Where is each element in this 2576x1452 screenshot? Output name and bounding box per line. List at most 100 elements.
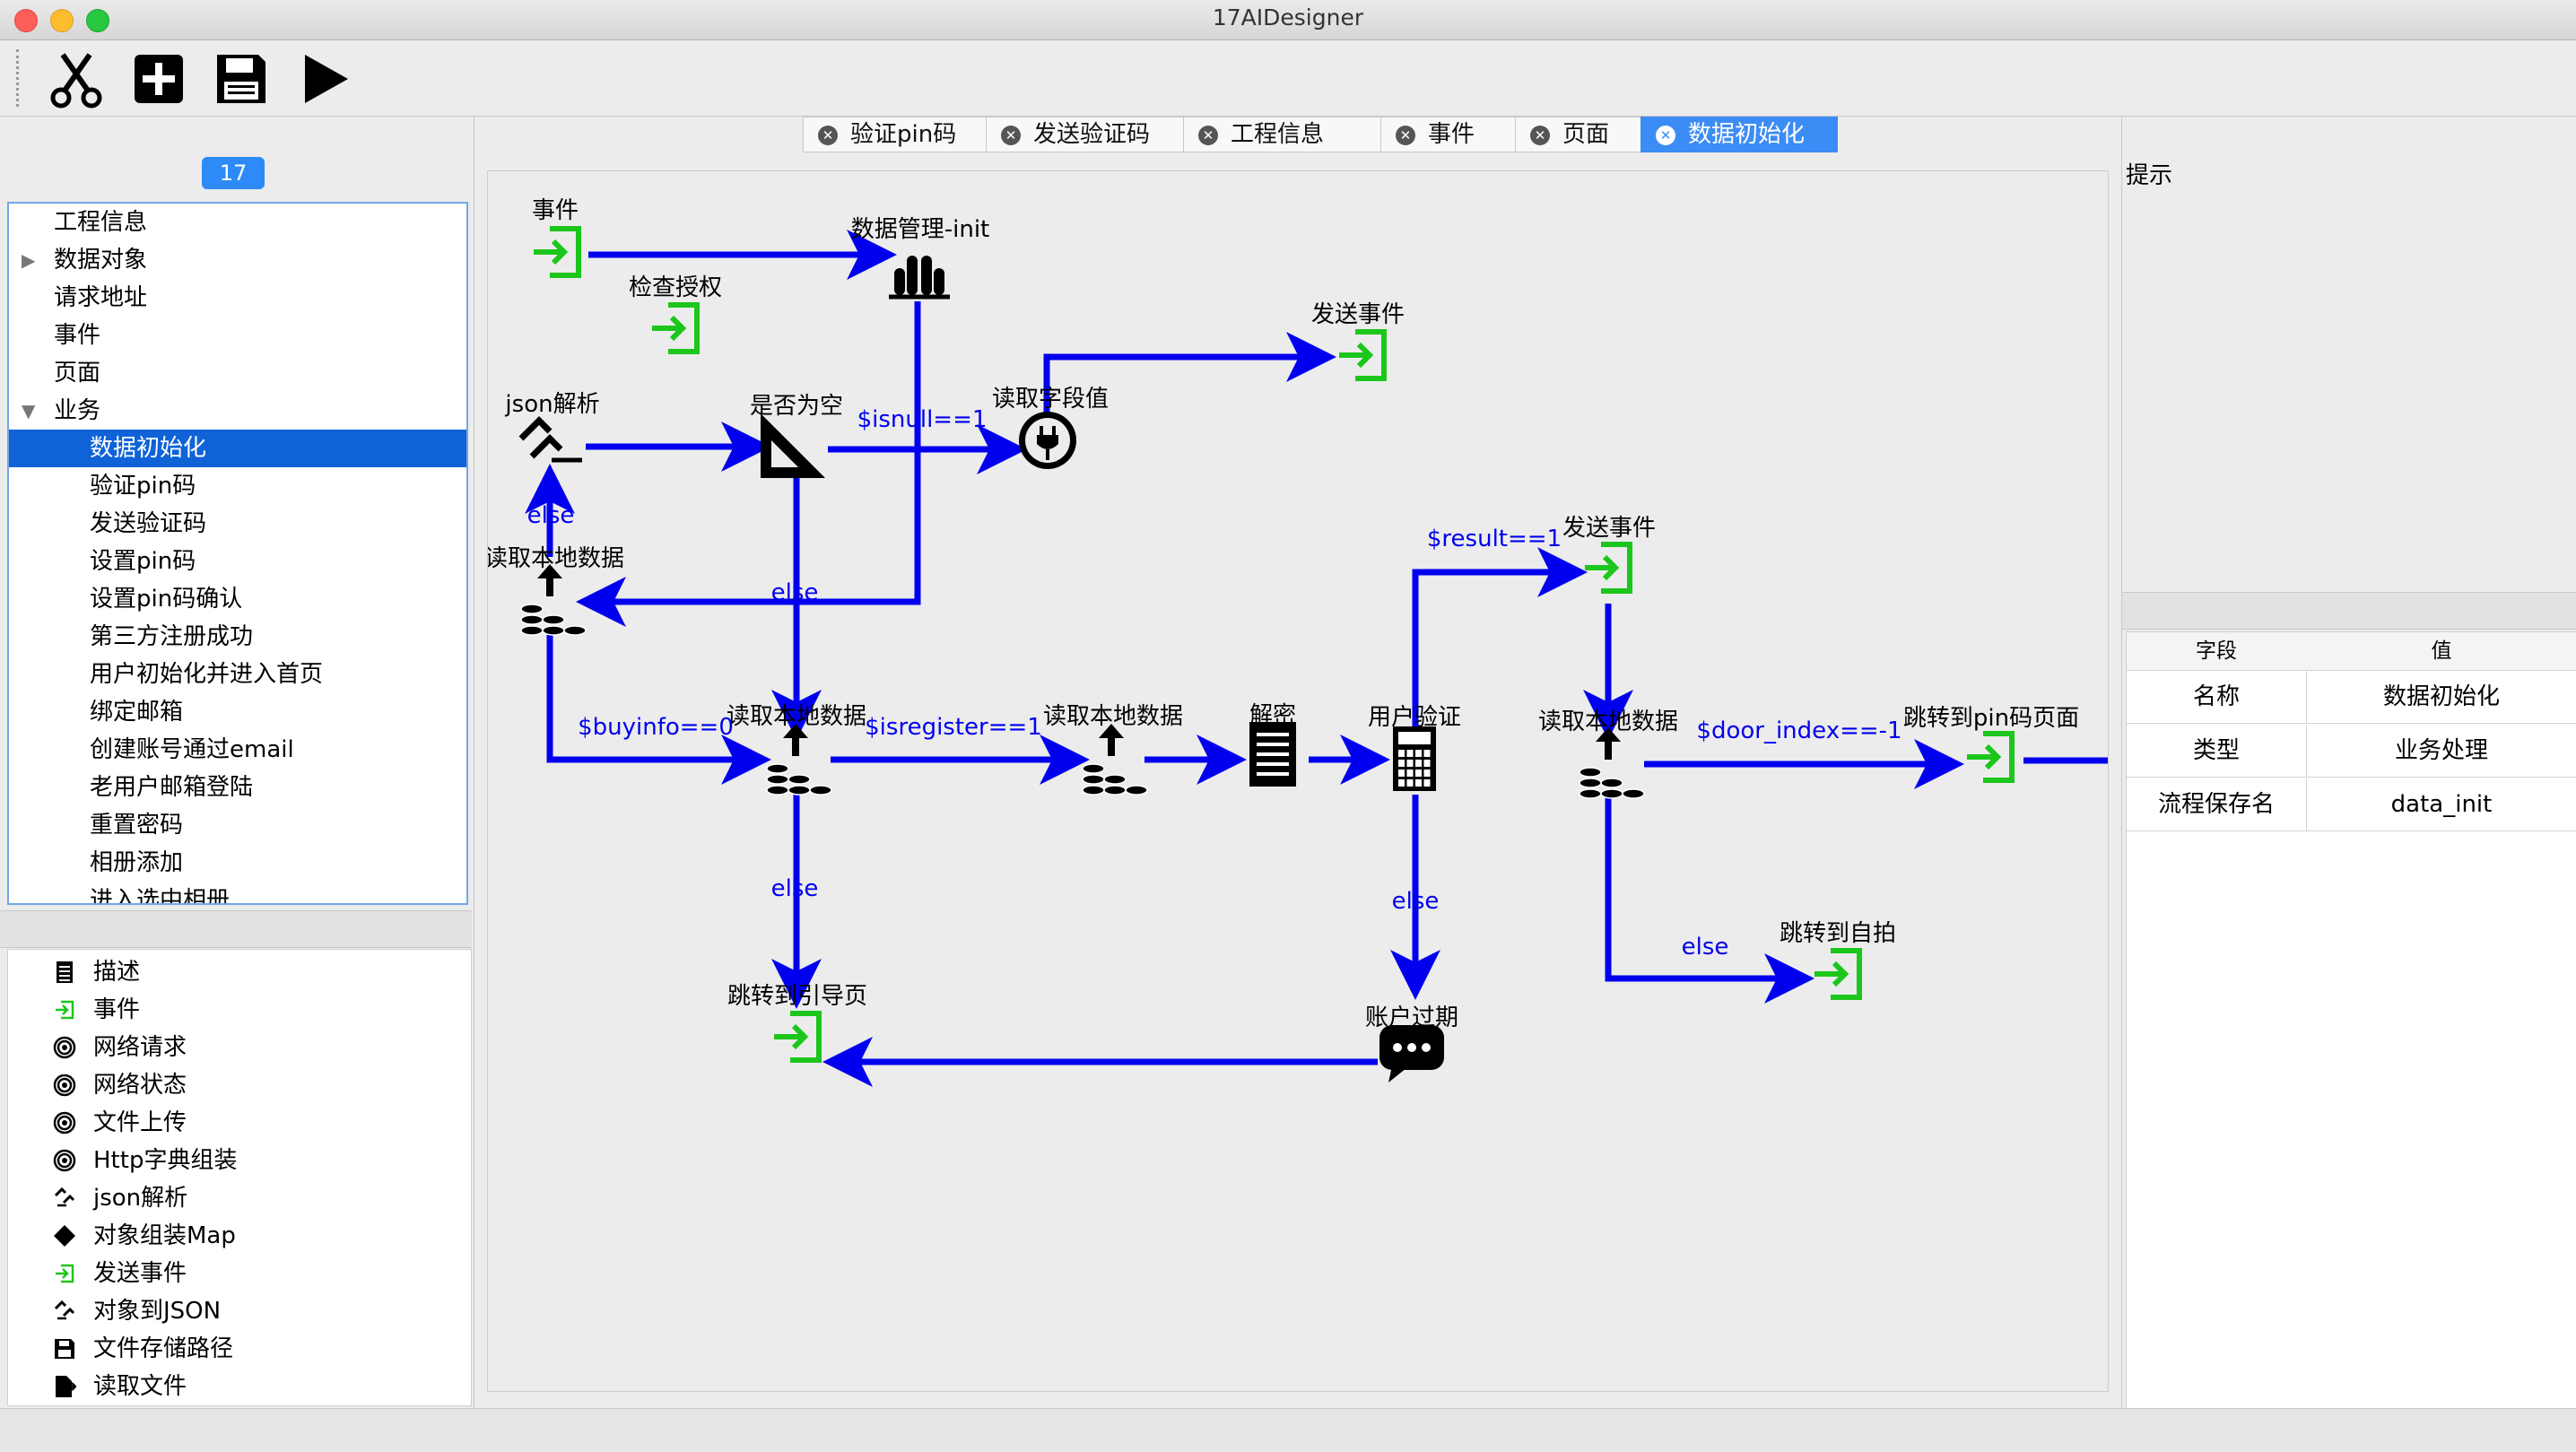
- hint-title: 提示: [2126, 162, 2173, 189]
- close-tab-icon[interactable]: ✕: [818, 126, 838, 145]
- tree-item[interactable]: 工程信息: [9, 204, 466, 241]
- read-local-data-icon[interactable]: [520, 564, 587, 636]
- node-label: 是否为空: [750, 393, 843, 420]
- left-splitter[interactable]: [0, 910, 472, 948]
- tree-item[interactable]: 事件: [9, 317, 466, 354]
- is-empty-ruler-icon[interactable]: [761, 413, 825, 478]
- read-local-data-icon[interactable]: [1579, 727, 1645, 799]
- read-local-data-icon[interactable]: [766, 724, 832, 796]
- palette-item[interactable]: 事件: [8, 991, 471, 1029]
- json-icon: [54, 1300, 75, 1320]
- flow-canvas[interactable]: 事件 数据管理-init 检查授权 发送事件 json解析 是否为空 读取字段值 读取本地数据…: [484, 170, 2109, 1392]
- event-enter-icon: [56, 1264, 74, 1283]
- tree-item[interactable]: 设置pin码确认: [9, 580, 466, 618]
- data-manager-icon[interactable]: [889, 256, 950, 300]
- read-local-data-icon[interactable]: [1082, 724, 1148, 796]
- tree-item[interactable]: ▼ 业务: [9, 392, 466, 430]
- palette-item[interactable]: 网络状态: [8, 1066, 471, 1104]
- tree-item[interactable]: 用户初始化并进入首页: [9, 656, 466, 693]
- user-verify-calculator-icon[interactable]: [1393, 726, 1436, 791]
- tree-item-label: 创建账号通过email: [90, 736, 294, 763]
- tree-item-label: 数据初始化: [90, 435, 207, 462]
- table-cell: 流程保存名: [2127, 778, 2307, 831]
- table-cell[interactable]: 业务处理: [2306, 725, 2576, 778]
- tree-item[interactable]: 进入选中相册: [9, 882, 466, 903]
- event-icon[interactable]: [652, 302, 700, 354]
- palette-item[interactable]: 发送事件: [8, 1255, 471, 1292]
- cut-icon: [50, 53, 102, 109]
- tree-item-label: 事件: [54, 322, 101, 349]
- close-tab-icon[interactable]: ✕: [1001, 126, 1021, 145]
- tree-item[interactable]: 相册添加: [9, 844, 466, 882]
- node-label: 读取本地数据: [1538, 709, 1678, 735]
- tree-item[interactable]: 设置pin码: [9, 543, 466, 580]
- expand-arrow-icon[interactable]: ▶: [22, 241, 35, 279]
- event-icon[interactable]: [774, 1011, 822, 1063]
- editor-tab[interactable]: ✕ 验证pin码: [803, 117, 988, 152]
- palette-item[interactable]: json解析: [8, 1179, 471, 1217]
- tree-item[interactable]: ▶ 数据对象: [9, 241, 466, 279]
- save-button[interactable]: [210, 48, 273, 110]
- editor-tab[interactable]: ✕ 数据初始化: [1640, 117, 1838, 152]
- tree-item-label: 第三方注册成功: [90, 623, 254, 650]
- component-palette[interactable]: 描述 事件 网络请求 网络状态 文件上传 Http字典组装 json解析 对象组装Map 发送事…: [7, 949, 472, 1406]
- toolbar-grip[interactable]: [16, 49, 22, 107]
- table-cell[interactable]: data_init: [2306, 778, 2576, 831]
- palette-item[interactable]: 对象组装Map: [8, 1217, 471, 1255]
- tree-item[interactable]: 页面: [9, 354, 466, 392]
- tree-item[interactable]: 验证pin码: [9, 467, 466, 505]
- tree-item[interactable]: 绑定邮箱: [9, 693, 466, 731]
- tree-item[interactable]: 老用户邮箱登陆: [9, 769, 466, 806]
- cut-button[interactable]: [45, 48, 108, 110]
- palette-item[interactable]: 对象到JSON: [8, 1292, 471, 1330]
- event-icon[interactable]: [1815, 948, 1862, 1000]
- run-button[interactable]: [292, 48, 355, 110]
- add-button[interactable]: [127, 48, 190, 110]
- table-cell[interactable]: 数据初始化: [2306, 671, 2576, 724]
- editor-tab[interactable]: ✕ 事件: [1380, 117, 1517, 152]
- editor-tab[interactable]: ✕ 发送验证码: [986, 117, 1185, 152]
- tree-item[interactable]: 创建账号通过email: [9, 731, 466, 769]
- close-tab-icon[interactable]: ✕: [1656, 126, 1675, 145]
- palette-item[interactable]: Http字典组装: [8, 1142, 471, 1179]
- node-label: 跳转到pin码页面: [1903, 705, 2079, 732]
- edge-label: else: [771, 875, 819, 902]
- event-icon[interactable]: [1967, 731, 2015, 783]
- read-field-plug-icon[interactable]: [1019, 412, 1076, 469]
- tree-item[interactable]: 第三方注册成功: [9, 618, 466, 656]
- palette-item[interactable]: 文件上传: [8, 1104, 471, 1142]
- run-icon: [305, 55, 348, 103]
- palette-item[interactable]: 网络请求: [8, 1029, 471, 1066]
- tab-label: 发送验证码: [1033, 121, 1151, 148]
- close-tab-icon[interactable]: ✕: [1396, 126, 1415, 145]
- json-parse-icon[interactable]: [518, 416, 582, 463]
- close-tab-icon[interactable]: ✕: [1198, 126, 1218, 145]
- close-tab-icon[interactable]: ✕: [1530, 126, 1550, 145]
- tree-item-label: 业务: [54, 397, 101, 424]
- event-icon[interactable]: [1585, 542, 1632, 594]
- account-expired-chat-icon[interactable]: [1379, 1025, 1444, 1082]
- node-label: 发送事件: [1311, 301, 1405, 328]
- node-label: 跳转到自拍: [1780, 920, 1896, 947]
- edge-label: $result==1: [1427, 526, 1562, 552]
- right-splitter[interactable]: [2122, 592, 2576, 630]
- project-tree[interactable]: 工程信息 ▶ 数据对象 请求地址 事件 页面 ▼ 业务 数据初始化 验证pin码 发送验证码 设置pi…: [7, 202, 468, 905]
- collapse-arrow-icon[interactable]: ▼: [22, 392, 35, 430]
- palette-item[interactable]: 文件存储路径: [8, 1330, 471, 1368]
- editor-tab[interactable]: ✕ 工程信息: [1183, 117, 1382, 152]
- project-badge[interactable]: 17: [202, 157, 265, 189]
- palette-item[interactable]: 读取文件: [8, 1368, 471, 1405]
- decrypt-document-icon[interactable]: [1249, 722, 1296, 787]
- event-icon[interactable]: [1339, 329, 1387, 381]
- event-icon[interactable]: [534, 226, 581, 278]
- tree-item[interactable]: 数据初始化: [9, 430, 466, 467]
- editor-tab[interactable]: ✕ 页面: [1515, 117, 1642, 152]
- tree-item[interactable]: 请求地址: [9, 279, 466, 317]
- palette-item[interactable]: 描述: [8, 953, 471, 991]
- file-read-icon: [56, 1376, 76, 1397]
- tree-item[interactable]: 重置密码: [9, 806, 466, 844]
- title-bar: 17AIDesigner: [0, 0, 2576, 40]
- flow-diagram[interactable]: 事件数据管理-init 检查授权发送事件 json解析 是否为空 读取字段值读取本地数据…: [484, 171, 2108, 1391]
- node-label: 读取本地数据: [1043, 703, 1183, 730]
- tree-item[interactable]: 发送验证码: [9, 505, 466, 543]
